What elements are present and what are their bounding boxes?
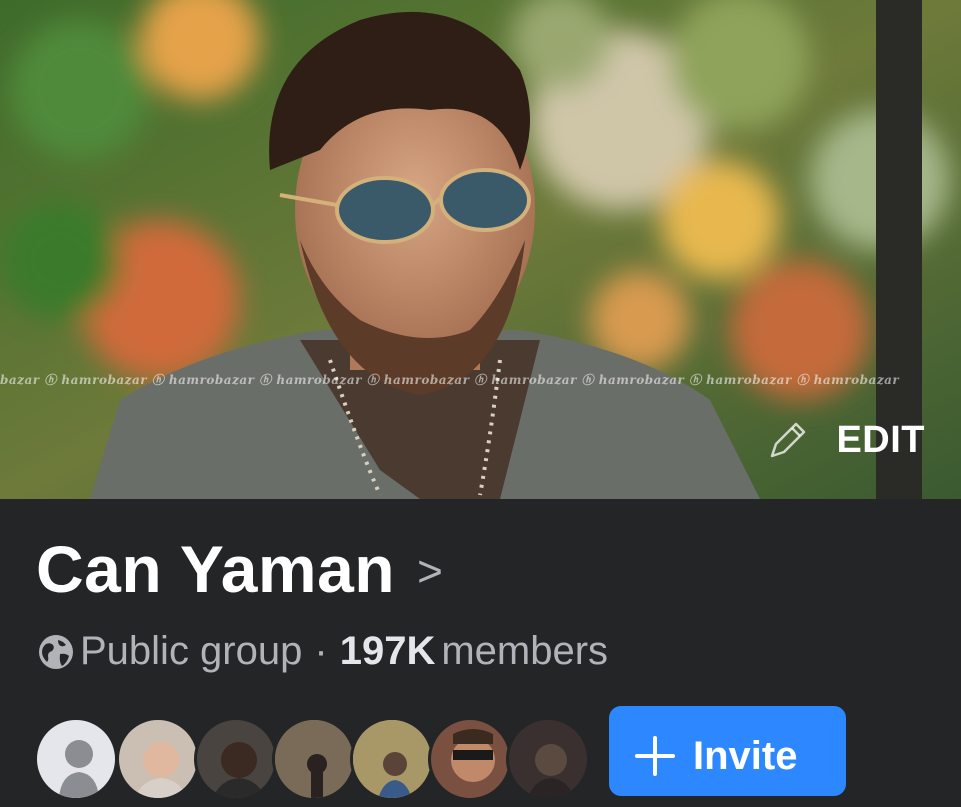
edit-label: EDIT xyxy=(836,418,925,461)
person-icon xyxy=(59,740,99,798)
pencil-icon xyxy=(771,422,806,458)
chevron-right-icon: > xyxy=(417,547,443,596)
privacy-label: Public group xyxy=(80,629,303,673)
group-info-section: Can Yaman > Public group · 197K members xyxy=(0,499,961,801)
member-count: 197K xyxy=(339,629,436,673)
globe-icon xyxy=(39,634,73,669)
watermark-text: bazar ⓗ hamrobazar ⓗ hamrobazar ⓗ hamrob… xyxy=(0,373,900,387)
member-avatar-4[interactable] xyxy=(272,717,356,801)
member-avatar-3[interactable] xyxy=(194,717,278,801)
member-avatar-6[interactable] xyxy=(428,717,512,801)
invite-label: Invite xyxy=(693,734,798,778)
separator-dot: · xyxy=(314,629,328,673)
invite-button[interactable]: Invite xyxy=(609,706,846,796)
cover-photo[interactable]: bazar ⓗ hamrobazar ⓗ hamrobazar ⓗ hamrob… xyxy=(0,0,961,499)
edit-cover-button[interactable]: EDIT xyxy=(766,418,925,462)
group-meta: Public group · 197K members xyxy=(36,629,608,674)
members-label: members xyxy=(441,629,609,673)
group-name: Can Yaman xyxy=(36,532,396,606)
plus-icon xyxy=(635,736,675,776)
default-avatar[interactable] xyxy=(34,717,118,801)
member-avatar-2[interactable] xyxy=(116,717,200,801)
member-avatar-7[interactable] xyxy=(506,717,590,801)
group-name-link[interactable]: Can Yaman > xyxy=(36,531,443,607)
member-avatar-5[interactable] xyxy=(350,717,434,801)
